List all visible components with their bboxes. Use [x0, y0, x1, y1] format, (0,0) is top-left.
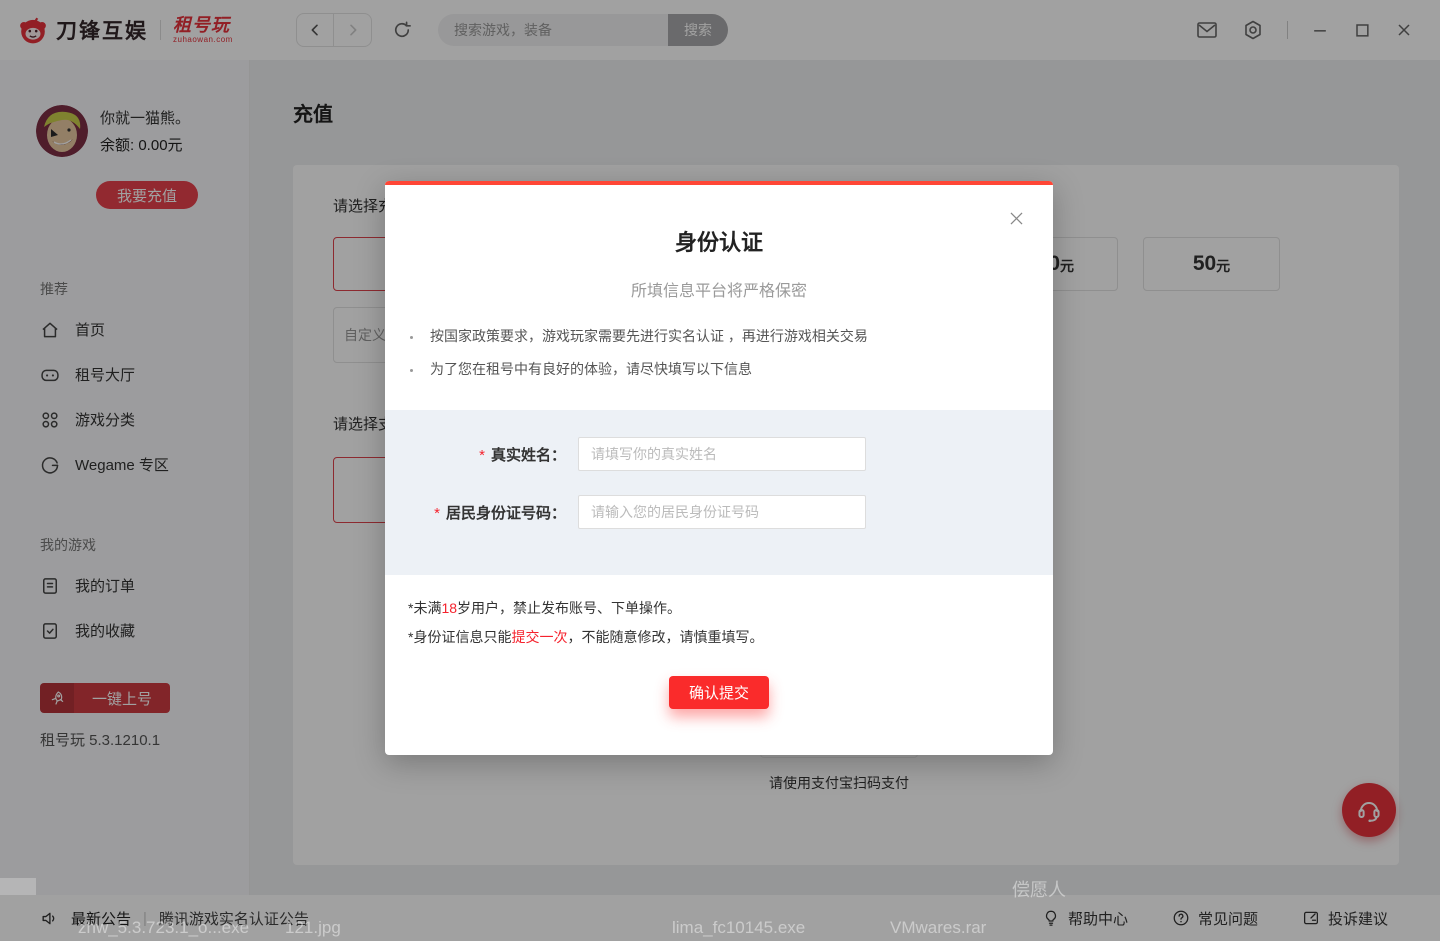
modal-bullet-2: 为了您在租号中有良好的体验，请尽快填写以下信息 [410, 359, 752, 379]
modal-subtitle: 所填信息平台将严格保密 [385, 277, 1053, 301]
required-asterisk: * [479, 447, 485, 464]
id-number-label: 居民身份证号码： [446, 505, 566, 522]
real-name-label: 真实姓名： [491, 447, 566, 464]
real-name-input[interactable] [578, 437, 866, 471]
id-number-row: * 居民身份证号码： [385, 495, 1053, 529]
modal-note-1: *未满18岁用户，禁止发布账号、下单操作。 [408, 598, 681, 618]
modal-bullet-1: 按国家政策要求，游戏玩家需要先进行实名认证 ，再进行游戏相关交易 [410, 326, 868, 346]
confirm-submit-button[interactable]: 确认提交 [669, 676, 769, 709]
modal-note-2: *身份证信息只能提交一次，不能随意修改，请慎重填写。 [408, 627, 763, 647]
identity-verification-modal: 身份认证 所填信息平台将严格保密 按国家政策要求，游戏玩家需要先进行实名认证 ，… [385, 181, 1053, 755]
modal-form-panel: * 真实姓名： * 居民身份证号码： [385, 410, 1053, 575]
required-asterisk: * [434, 505, 440, 522]
id-number-input[interactable] [578, 495, 866, 529]
app-window: 刀锋互娱 租号玩 zuhaowan.com 搜索 [0, 0, 1440, 941]
modal-title: 身份认证 [385, 225, 1053, 257]
real-name-row: * 真实姓名： [385, 437, 1053, 471]
